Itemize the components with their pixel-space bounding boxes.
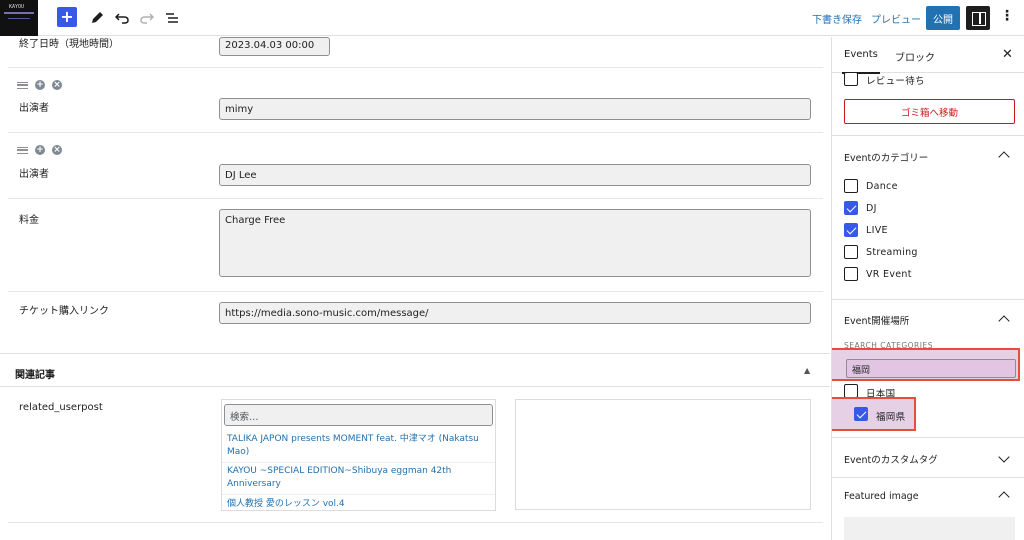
end-datetime-input[interactable]: 2023.04.03 00:00 xyxy=(219,37,330,56)
site-logo[interactable]: KAYOU xyxy=(0,0,38,36)
settings-sidebar: Events ブロック ✕ レビュー待ち ゴミ箱へ移動 Eventのカテゴリー … xyxy=(831,37,1024,540)
editor-toolbar: KAYOU + 下書き保存 プレビュー 公開 ⋮ xyxy=(0,0,1024,36)
related-posts-selected xyxy=(515,399,811,510)
remove-row-icon[interactable]: × xyxy=(52,145,62,155)
performer-label: 出演者 xyxy=(19,103,49,114)
featured-image-placeholder[interactable] xyxy=(844,517,1015,540)
ticket-link-label: チケット購入リンク xyxy=(19,306,109,317)
chevron-up-icon[interactable] xyxy=(998,315,1010,327)
collapse-icon[interactable]: ▲ xyxy=(804,366,810,375)
section-title: 関連記事 xyxy=(15,370,55,381)
category-checkbox-live[interactable] xyxy=(844,223,858,237)
publish-button[interactable]: 公開 xyxy=(926,6,960,30)
featured-image-panel-title[interactable]: Featured image xyxy=(844,491,919,502)
divider xyxy=(832,477,1024,478)
venue-label: 福岡県 xyxy=(876,412,906,423)
pen-icon[interactable] xyxy=(87,8,107,28)
category-label: VR Event xyxy=(866,269,912,280)
venue-checkbox-fukuoka[interactable] xyxy=(854,407,868,421)
venue-panel-title[interactable]: Event開催場所 xyxy=(844,313,909,327)
category-label: Dance xyxy=(866,181,898,192)
divider xyxy=(832,135,1024,136)
related-posts-choices: 検索… TALIKA JAPON presents MOMENT feat. 中… xyxy=(221,399,496,511)
venue-search-input[interactable]: 福岡 xyxy=(846,359,1016,378)
list-item[interactable]: TALIKA JAPON presents MOMENT feat. 中津マオ … xyxy=(222,430,495,463)
venue-checkbox-japan[interactable] xyxy=(844,384,858,398)
list-item[interactable]: 個人教授 愛のレッスン vol.4 xyxy=(222,495,495,510)
pending-review-checkbox[interactable] xyxy=(844,72,858,86)
categories-panel-title[interactable]: Eventのカテゴリー xyxy=(844,150,928,164)
divider xyxy=(8,522,823,523)
divider xyxy=(8,132,823,133)
category-checkbox-vr-event[interactable] xyxy=(844,267,858,281)
category-checkbox-dance[interactable] xyxy=(844,179,858,193)
related-search-input[interactable]: 検索… xyxy=(224,404,493,426)
repeater-row-controls: + × xyxy=(17,145,62,155)
more-options-icon[interactable]: ⋮ xyxy=(1000,8,1014,24)
add-block-button[interactable]: + xyxy=(57,7,77,27)
category-label: DJ xyxy=(866,203,877,214)
drag-handle-icon[interactable] xyxy=(17,146,28,154)
settings-panel-toggle-icon[interactable] xyxy=(966,6,990,30)
undo-icon[interactable] xyxy=(112,8,132,28)
performer-label: 出演者 xyxy=(19,169,49,180)
add-row-icon[interactable]: + xyxy=(35,145,45,155)
sidebar-tabs: Events ブロック ✕ xyxy=(832,37,1024,74)
related-posts-section-header[interactable]: 関連記事 ▲ xyxy=(0,353,830,387)
tags-panel-title[interactable]: Eventのカスタムタグ xyxy=(844,452,938,466)
chevron-up-icon[interactable] xyxy=(998,151,1010,163)
fee-textarea[interactable]: Charge Free xyxy=(219,209,811,277)
related-userpost-label: related_userpost xyxy=(19,402,103,413)
category-checkbox-streaming[interactable] xyxy=(844,245,858,259)
divider xyxy=(8,198,823,199)
save-draft-button[interactable]: 下書き保存 xyxy=(812,11,862,26)
end-datetime-label: 終了日時（現地時間） xyxy=(19,39,119,50)
category-label: Streaming xyxy=(866,247,918,258)
performer-input[interactable]: DJ Lee xyxy=(219,164,811,186)
category-label: LIVE xyxy=(866,225,888,236)
redo-icon[interactable] xyxy=(137,8,157,28)
fee-label: 料金 xyxy=(19,215,39,226)
close-icon[interactable]: ✕ xyxy=(1002,47,1013,62)
remove-row-icon[interactable]: × xyxy=(52,80,62,90)
chevron-down-icon[interactable] xyxy=(998,451,1010,463)
drag-handle-icon[interactable] xyxy=(17,81,28,89)
performer-input[interactable]: mimy xyxy=(219,98,811,120)
pending-review-label: レビュー待ち xyxy=(866,76,925,87)
custom-fields-area: 終了日時（現地時間） 2023.04.03 00:00 + × 出演者 mimy… xyxy=(0,37,830,540)
tab-events[interactable]: Events xyxy=(842,49,880,74)
divider xyxy=(8,67,823,68)
divider xyxy=(832,437,1024,438)
divider xyxy=(832,299,1024,300)
move-to-trash-button[interactable]: ゴミ箱へ移動 xyxy=(844,99,1015,124)
ticket-link-input[interactable]: https://media.sono-music.com/message/ xyxy=(219,302,811,324)
list-view-icon[interactable] xyxy=(162,8,182,28)
list-item[interactable]: KAYOU ~SPECIAL EDITION~Shibuya eggman 42… xyxy=(222,462,495,495)
category-checkbox-dj[interactable] xyxy=(844,201,858,215)
divider xyxy=(8,291,823,292)
tab-block[interactable]: ブロック xyxy=(895,49,935,64)
preview-button[interactable]: プレビュー xyxy=(871,11,921,26)
add-row-icon[interactable]: + xyxy=(35,80,45,90)
repeater-row-controls: + × xyxy=(17,80,62,90)
chevron-up-icon[interactable] xyxy=(998,491,1010,503)
